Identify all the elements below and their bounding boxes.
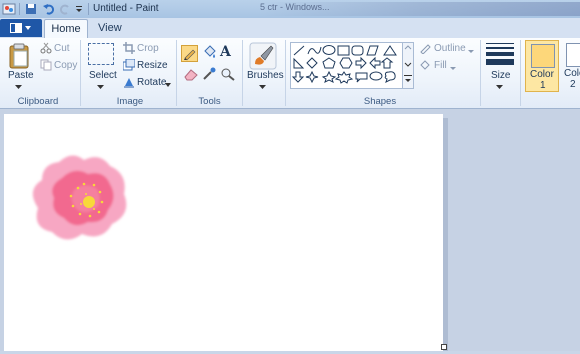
size-button[interactable]: Size bbox=[491, 70, 510, 81]
color2-number: 2 bbox=[570, 79, 576, 90]
color-picker-icon bbox=[203, 67, 216, 80]
rotate-button[interactable]: Rotate bbox=[137, 77, 166, 88]
fill-tool-button[interactable] bbox=[201, 45, 217, 64]
size-dropdown-icon[interactable] bbox=[496, 82, 504, 93]
fill-dropdown-icon[interactable] bbox=[450, 63, 456, 74]
copy-icon bbox=[40, 59, 52, 74]
select-icon[interactable] bbox=[88, 43, 114, 65]
paste-icon bbox=[9, 43, 29, 69]
rotate-dropdown-icon[interactable] bbox=[165, 80, 172, 91]
cut-icon bbox=[40, 42, 52, 57]
drawing-canvas[interactable] bbox=[4, 114, 443, 351]
ribbon-separator bbox=[80, 40, 81, 106]
redo-icon[interactable] bbox=[58, 2, 72, 16]
ribbon-separator bbox=[480, 40, 481, 106]
outline-dropdown-icon[interactable] bbox=[468, 46, 474, 57]
fill-icon bbox=[419, 59, 431, 74]
color2-swatch bbox=[566, 43, 580, 67]
save-icon[interactable] bbox=[24, 2, 38, 16]
color1-swatch bbox=[531, 44, 555, 68]
color1-label: Color bbox=[530, 69, 554, 80]
tab-view[interactable]: View bbox=[98, 22, 122, 34]
background-window-title: 5 ctr - Windows... bbox=[260, 2, 580, 16]
color2-button[interactable]: Colo 2 bbox=[562, 40, 580, 92]
copy-button[interactable]: Copy bbox=[54, 60, 77, 71]
canvas-shadow bbox=[443, 118, 448, 351]
flower-drawing bbox=[32, 155, 127, 240]
brushes-label[interactable]: Brushes bbox=[247, 70, 284, 81]
brush-icon bbox=[249, 42, 277, 70]
fill-bucket-icon bbox=[204, 45, 216, 58]
file-menu-button[interactable] bbox=[0, 19, 42, 37]
ribbon-separator bbox=[285, 40, 286, 106]
background-window-title-text: 5 ctr - Windows... bbox=[260, 2, 330, 12]
pencil-icon bbox=[184, 49, 196, 61]
color1-number: 1 bbox=[540, 80, 546, 91]
magnifier-tool-button[interactable] bbox=[220, 67, 236, 84]
text-icon: A bbox=[220, 44, 231, 60]
outline-button[interactable]: Outline bbox=[434, 43, 466, 54]
fill-button[interactable]: Fill bbox=[434, 60, 447, 71]
shapes-group-label: Shapes bbox=[363, 96, 397, 107]
crop-button[interactable]: Crop bbox=[137, 43, 159, 54]
shapes-gallery[interactable] bbox=[290, 42, 403, 89]
window-title: Untitled - Paint bbox=[93, 3, 159, 14]
ribbon-separator bbox=[242, 40, 243, 106]
ribbon-separator bbox=[176, 40, 177, 106]
resize-button[interactable]: Resize bbox=[137, 60, 168, 71]
rotate-icon bbox=[123, 76, 135, 91]
text-tool-button[interactable]: A bbox=[220, 44, 231, 60]
canvas-resize-handle[interactable] bbox=[441, 344, 447, 350]
magnifier-icon bbox=[221, 68, 235, 81]
crop-icon bbox=[123, 42, 135, 57]
cut-button[interactable]: Cut bbox=[54, 43, 70, 54]
title-bar: Untitled - Paint 5 ctr - Windows... bbox=[0, 0, 580, 18]
brushes-button[interactable] bbox=[249, 42, 277, 70]
tab-home[interactable]: Home bbox=[44, 19, 88, 39]
pencil-tool-button[interactable] bbox=[181, 45, 198, 62]
customize-toolbar-icon[interactable] bbox=[74, 2, 88, 16]
select-button[interactable]: Select bbox=[89, 70, 117, 81]
paste-label[interactable]: Paste bbox=[8, 70, 34, 81]
shapes-gallery-icons bbox=[291, 45, 397, 84]
clipboard-group-label: Clipboard bbox=[17, 96, 59, 107]
select-dropdown-icon[interactable] bbox=[97, 82, 105, 93]
eraser-icon bbox=[184, 69, 198, 81]
color2-label: Colo bbox=[564, 68, 580, 79]
image-group-label: Image bbox=[116, 96, 144, 107]
undo-icon[interactable] bbox=[42, 2, 56, 16]
color1-button[interactable]: Color 1 bbox=[525, 40, 559, 92]
resize-icon bbox=[122, 58, 136, 74]
color-picker-tool-button[interactable] bbox=[201, 67, 217, 84]
ribbon-separator bbox=[520, 40, 521, 106]
tools-group-label: Tools bbox=[198, 96, 221, 107]
paint-app-icon[interactable] bbox=[2, 2, 16, 16]
paste-button[interactable] bbox=[8, 43, 32, 72]
size-icon[interactable] bbox=[486, 43, 514, 65]
outline-icon bbox=[419, 42, 431, 57]
brushes-dropdown-icon[interactable] bbox=[259, 82, 267, 93]
paste-dropdown-icon[interactable] bbox=[15, 82, 23, 93]
eraser-tool-button[interactable] bbox=[183, 67, 199, 84]
shapes-gallery-scrollbar[interactable] bbox=[402, 42, 414, 89]
